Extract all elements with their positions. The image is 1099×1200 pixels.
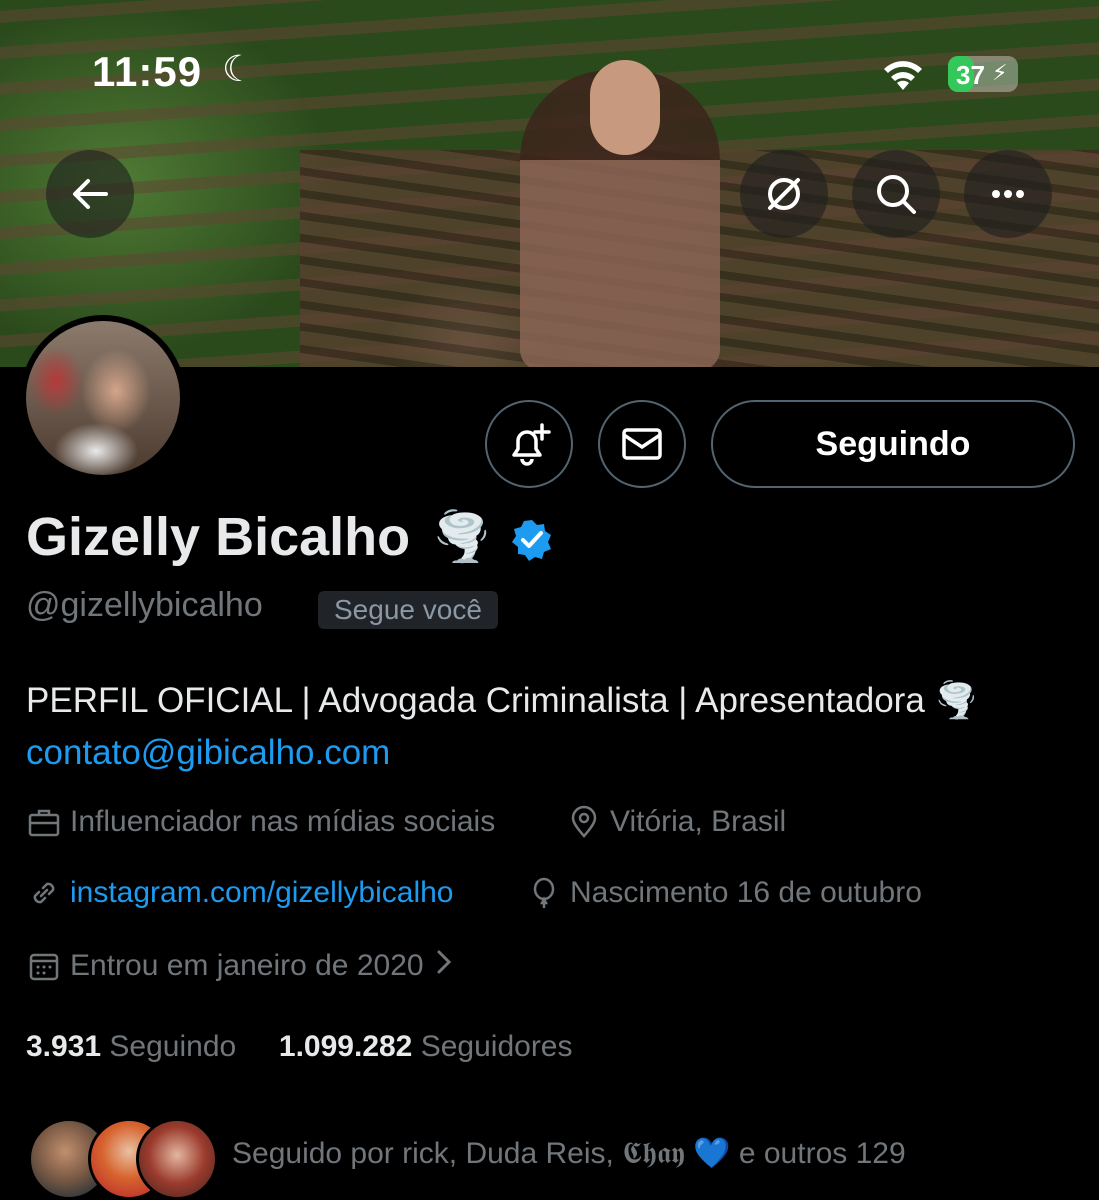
birthday-item: Nascimento 16 de outubro: [526, 875, 922, 911]
joined-item[interactable]: Entrou em janeiro de 2020: [26, 947, 454, 985]
mail-icon: [622, 428, 662, 460]
following-count: 3.931: [26, 1030, 102, 1063]
message-button[interactable]: [598, 400, 686, 488]
link-icon: [26, 875, 62, 911]
back-button[interactable]: [46, 150, 134, 238]
status-bar: 11:59 ☾ 37 ⚡: [0, 0, 1099, 120]
followers-label: Seguidores: [420, 1030, 573, 1063]
charging-icon: ⚡: [992, 60, 1008, 85]
birthday-text: Nascimento 16 de outubro: [570, 876, 922, 909]
avatar-image: [26, 321, 180, 475]
follow-stats: 3.931 Seguindo 1.099.282 Seguidores: [26, 1030, 573, 1064]
wifi-icon: [884, 61, 922, 90]
avatar[interactable]: [20, 315, 186, 481]
location-text: Vitória, Brasil: [610, 805, 787, 838]
link-off-button[interactable]: [740, 150, 828, 238]
follows-you-badge: Segue você: [318, 591, 498, 629]
calendar-icon: [26, 948, 62, 984]
following-button[interactable]: Seguindo: [711, 400, 1075, 488]
battery-level: 37: [956, 60, 985, 90]
arrow-left-icon: [73, 179, 108, 209]
website-item[interactable]: instagram.com/gizellybicalho: [26, 875, 454, 911]
chevron-right-icon: [434, 947, 454, 985]
name-emoji: 🌪️: [432, 511, 492, 564]
balloon-icon: [526, 875, 562, 911]
profile-bio: PERFIL OFICIAL | Advogada Criminalista |…: [26, 681, 979, 720]
followed-by-text[interactable]: Seguido por rick, Duda Reis, 𝕮𝖍𝖆𝖞 💙 e ou…: [232, 1136, 906, 1171]
location-item: Vitória, Brasil: [566, 804, 786, 840]
battery-icon: 37 ⚡: [948, 56, 1018, 92]
joined-text: Entrou em janeiro de 2020: [70, 949, 424, 982]
bio-email-link[interactable]: contato@gibicalho.com: [26, 733, 390, 773]
search-icon: [877, 175, 916, 214]
notify-button[interactable]: [485, 400, 573, 488]
category-text: Influenciador nas mídias sociais: [70, 805, 496, 838]
moon-icon: ☾: [222, 48, 255, 89]
profile-handle: @gizellybicalho: [26, 586, 263, 624]
website-link[interactable]: instagram.com/gizellybicalho: [70, 876, 454, 910]
profile-name: Gizelly Bicalho: [26, 507, 411, 567]
category-item: Influenciador nas mídias sociais: [26, 804, 495, 840]
followers-count: 1.099.282: [278, 1030, 413, 1063]
more-horizontal-icon: [992, 190, 1024, 198]
link-off-icon: [768, 178, 800, 210]
follower-avatar-3[interactable]: [136, 1118, 218, 1200]
search-button[interactable]: [852, 150, 940, 238]
location-pin-icon: [566, 804, 602, 840]
more-button[interactable]: [964, 150, 1052, 238]
following-stat[interactable]: 3.931 Seguindo: [26, 1030, 236, 1063]
status-time: 11:59: [92, 48, 203, 95]
followers-stat[interactable]: 1.099.282 Seguidores: [279, 1030, 573, 1063]
briefcase-icon: [26, 804, 62, 840]
verified-badge-icon: [512, 520, 551, 561]
following-label: Seguindo: [109, 1030, 237, 1063]
bell-plus-icon: [512, 423, 551, 466]
